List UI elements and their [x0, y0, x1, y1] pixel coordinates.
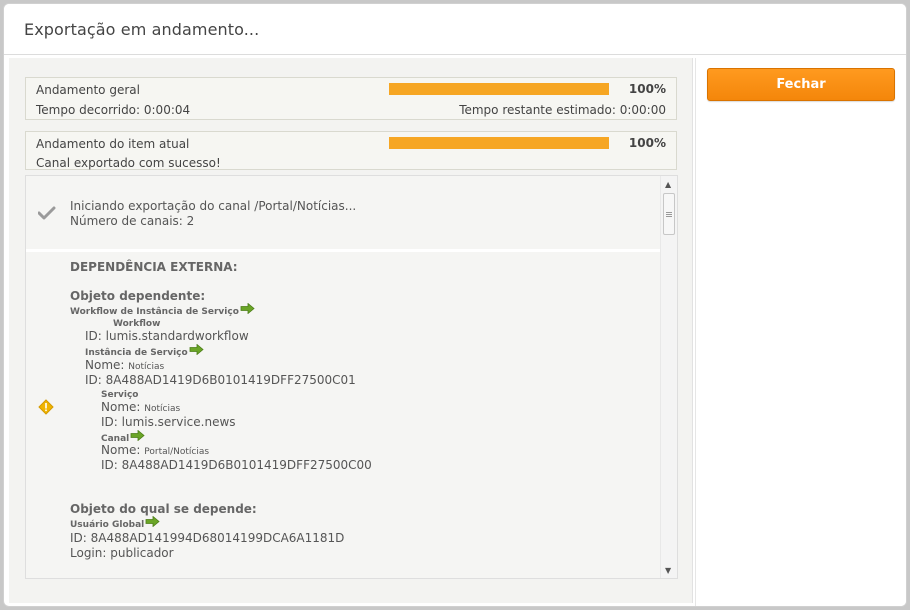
current-item-progress-percent: 100%: [628, 136, 666, 150]
overall-progress-box: Andamento geral 100% Tempo decorrido: 0:…: [25, 77, 677, 120]
arrow-right-icon[interactable]: [240, 302, 255, 318]
check-icon: [37, 205, 56, 224]
export-panel: Andamento geral 100% Tempo decorrido: 0:…: [9, 58, 693, 603]
current-item-progress-bar: [389, 137, 609, 149]
global-user-login: Login: publicador: [70, 546, 174, 560]
export-log[interactable]: Iniciando exportação do canal /Portal/No…: [25, 175, 678, 579]
overall-progress-bar: [389, 83, 609, 95]
actions-panel: Fechar: [695, 58, 906, 606]
current-item-status: Canal exportado com sucesso!: [36, 156, 221, 170]
close-button[interactable]: Fechar: [707, 68, 895, 101]
scroll-down-icon[interactable]: ▼: [665, 566, 671, 575]
log-content: Iniciando exportação do canal /Portal/No…: [26, 176, 660, 578]
name-key: Nome:: [85, 358, 125, 372]
service-instance-id: ID: 8A488AD1419D6B0101419DFF27500C01: [85, 373, 356, 387]
workflow-instance-line: Workflow de Instância de Serviço: [70, 302, 255, 320]
scroll-up-icon[interactable]: ▲: [665, 180, 671, 189]
arrow-right-icon[interactable]: [145, 515, 160, 531]
current-item-progress-box: Andamento do item atual 100% Canal expor…: [25, 131, 677, 170]
export-dialog: Exportação em andamento... Andamento ger…: [3, 3, 907, 607]
arrow-right-icon[interactable]: [189, 343, 204, 359]
warning-icon: [38, 399, 54, 419]
name-key: Nome:: [101, 400, 141, 414]
channel-id: ID: 8A488AD1419D6B0101419DFF27500C00: [101, 458, 372, 472]
name-value: Portal/Notícias: [144, 447, 210, 457]
current-item-progress-label: Andamento do item atual: [36, 137, 190, 151]
dialog-title: Exportação em andamento...: [24, 20, 260, 39]
title-bar: Exportação em andamento...: [4, 4, 906, 55]
global-user-id: ID: 8A488AD141994D68014199DCA6A1181D: [70, 531, 345, 545]
name-key: Nome:: [101, 443, 141, 457]
log-entry: DEPENDÊNCIA EXTERNA: Objeto dependente: …: [26, 252, 660, 578]
scroll-thumb[interactable]: [663, 193, 675, 235]
service-instance-label: Instância de Serviço: [85, 348, 188, 358]
workflow-instance-label: Workflow de Instância de Serviço: [70, 307, 239, 317]
name-value: Notícias: [144, 404, 181, 414]
global-user-label: Usuário Global: [70, 520, 145, 530]
log-entry: Iniciando exportação do canal /Portal/No…: [26, 176, 660, 250]
log-text: Iniciando exportação do canal /Portal/No…: [70, 199, 357, 213]
service-id: ID: lumis.service.news: [101, 415, 236, 429]
grip-icon: [666, 212, 672, 213]
workflow-id: ID: lumis.standardworkflow: [85, 329, 249, 343]
depends-on-heading: Objeto do qual se depende:: [70, 502, 257, 516]
log-scrollbar[interactable]: ▲ ▼: [660, 176, 677, 578]
dependency-heading: DEPENDÊNCIA EXTERNA:: [70, 260, 238, 274]
overall-progress-label: Andamento geral: [36, 83, 140, 97]
dependent-object-heading: Objeto dependente:: [70, 289, 206, 303]
overall-progress-percent: 100%: [628, 82, 666, 96]
log-text: Número de canais: 2: [70, 214, 195, 228]
remaining-time: Tempo restante estimado: 0:00:00: [459, 103, 666, 117]
name-value: Notícias: [128, 362, 165, 372]
elapsed-time: Tempo decorrido: 0:00:04: [36, 103, 191, 117]
